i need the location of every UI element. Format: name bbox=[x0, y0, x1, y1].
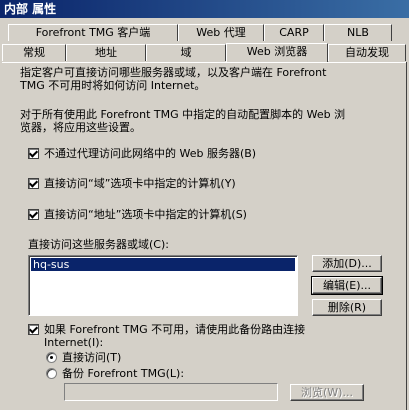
add-button[interactable]: 添加(D)... bbox=[312, 255, 382, 272]
description-line-4: 览器，将应用这些设置。 bbox=[20, 121, 141, 134]
tab-general[interactable]: 常规 bbox=[2, 44, 66, 61]
backup-tmg-radio[interactable] bbox=[46, 368, 57, 379]
tab-panel-edge bbox=[406, 62, 407, 410]
backup-tmg-field[interactable] bbox=[64, 383, 278, 401]
direct-access-addresses-checkbox[interactable] bbox=[28, 209, 39, 220]
direct-access-list-label: 直接访问这些服务器或域(C): bbox=[28, 238, 169, 251]
direct-access-listbox[interactable]: hq-sus bbox=[28, 255, 298, 316]
tab-carp[interactable]: CARP bbox=[264, 24, 324, 41]
tab-auto-discovery[interactable]: 自动发现 bbox=[328, 44, 406, 61]
backup-tmg-radio-label: 备份 Forefront TMG(L): bbox=[62, 367, 185, 380]
direct-access-addresses-label: 直接访问“地址”选项卡中指定的计算机(S) bbox=[44, 208, 247, 221]
list-item[interactable]: hq-sus bbox=[31, 258, 295, 271]
direct-access-radio[interactable] bbox=[46, 352, 57, 363]
tab-web-proxy[interactable]: Web 代理 bbox=[178, 24, 264, 41]
direct-access-domains-checkbox[interactable] bbox=[28, 178, 39, 189]
backup-route-label: 如果 Forefront TMG 不可用，请使用此备份路由连接 bbox=[44, 323, 306, 336]
description-line-2: TMG 不可用时将如何访问 Internet。 bbox=[20, 79, 206, 92]
bypass-proxy-local-checkbox[interactable] bbox=[28, 148, 39, 159]
tab-forefront-tmg-client[interactable]: Forefront TMG 客户端 bbox=[8, 24, 178, 41]
edit-button[interactable]: 编辑(E)... bbox=[311, 276, 383, 295]
description-line-1: 指定客户可直接访问哪些服务器或域，以及客户端在 Forefront bbox=[20, 66, 327, 79]
direct-access-radio-label: 直接访问(T) bbox=[62, 351, 122, 364]
window-title: 内部 属性 bbox=[0, 0, 409, 18]
description-line-3: 对于所有使用此 Forefront TMG 中指定的自动配置脚本的 Web 浏 bbox=[20, 108, 346, 121]
tab-panel-border bbox=[2, 62, 407, 63]
tab-nlb[interactable]: NLB bbox=[324, 24, 392, 41]
backup-route-label-line2: Internet(I): bbox=[44, 336, 104, 349]
direct-access-domains-label: 直接访问“域”选项卡中指定的计算机(Y) bbox=[44, 177, 236, 190]
tab-web-browser[interactable]: Web 浏览器 bbox=[226, 43, 328, 62]
delete-button[interactable]: 删除(R) bbox=[312, 299, 382, 316]
tab-domains[interactable]: 域 bbox=[146, 44, 226, 61]
browse-button[interactable]: 浏览(W)... bbox=[290, 384, 364, 401]
backup-route-checkbox[interactable] bbox=[28, 324, 39, 335]
tab-addresses[interactable]: 地址 bbox=[66, 44, 146, 61]
bypass-proxy-local-label: 不通过代理访问此网络中的 Web 服务器(B) bbox=[44, 147, 257, 160]
